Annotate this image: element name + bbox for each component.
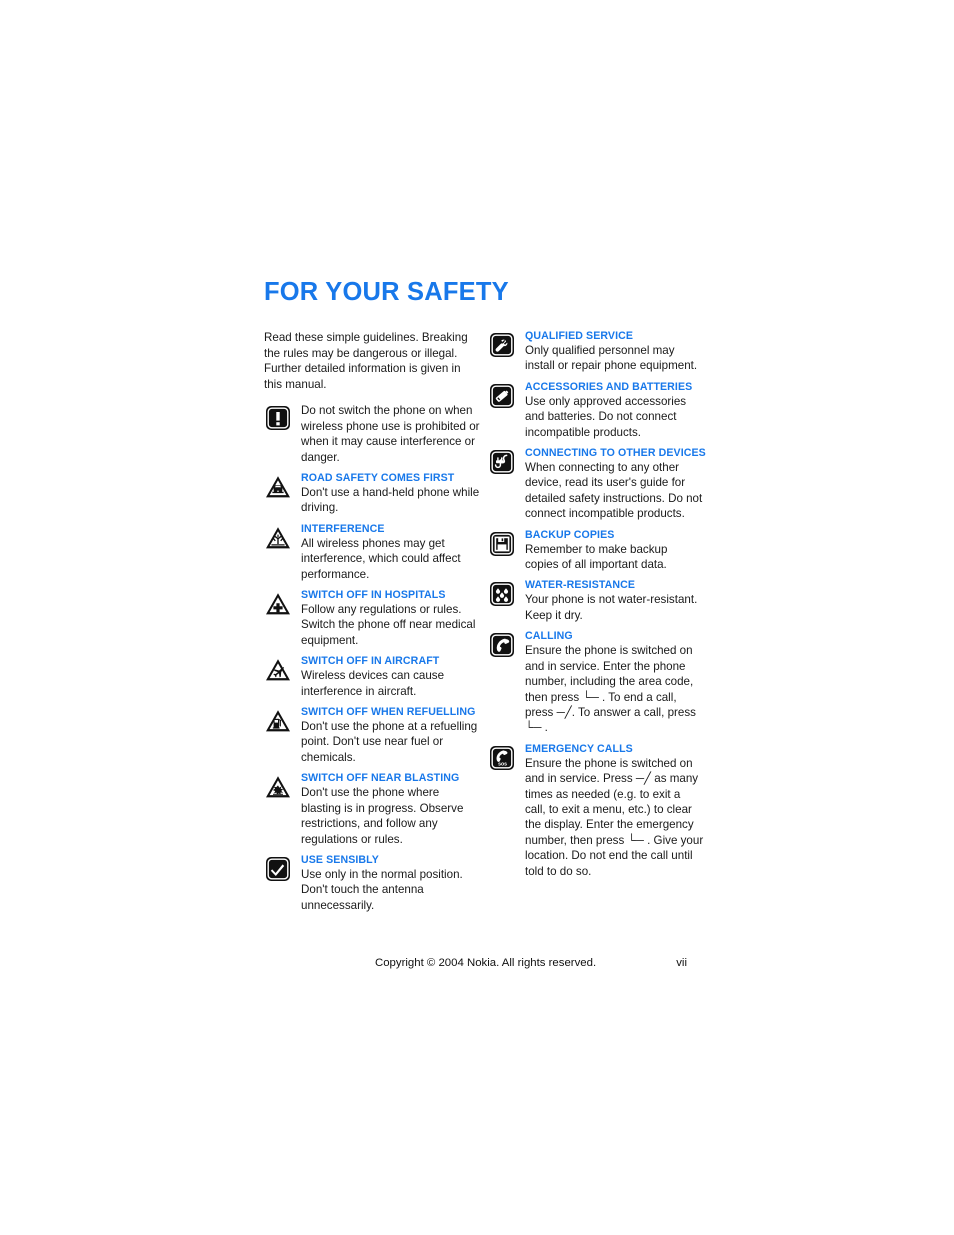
hospital-triangle-icon: [264, 590, 292, 618]
safety-entry-text: Ensure the phone is switched on and in s…: [525, 644, 696, 735]
safety-entry-body: CONNECTING TO OTHER DEVICES When connect…: [525, 447, 706, 522]
safety-entry-text: Use only in the normal position. Don't t…: [301, 867, 463, 912]
safety-entry-text: Remember to make backup copies of all im…: [525, 542, 668, 572]
right-column: QUALIFIED SERVICE Only qualified personn…: [488, 330, 706, 886]
safety-entry: INTERFERENCE All wireless phones may get…: [264, 523, 480, 582]
page-footer: Copyright © 2004 Nokia. All rights reser…: [375, 957, 687, 969]
safety-entry-body: BACKUP COPIES Remember to make backup co…: [525, 529, 704, 573]
exclamation-square-icon: [264, 404, 292, 432]
safety-entry-heading: SWITCH OFF IN HOSPITALS: [301, 589, 446, 602]
safety-entry-body: ROAD SAFETY COMES FIRST Don't use a hand…: [301, 472, 480, 516]
safety-entry-heading: SWITCH OFF IN AIRCRAFT: [301, 655, 440, 668]
safety-entry-body: SWITCH OFF IN AIRCRAFT Wireless devices …: [301, 655, 480, 699]
safety-entry-heading: CONNECTING TO OTHER DEVICES: [525, 447, 706, 460]
plug-cable-square-icon: [488, 448, 516, 476]
safety-entry-body: CALLING Ensure the phone is switched on …: [525, 630, 704, 735]
safety-entry-heading: BACKUP COPIES: [525, 528, 615, 541]
safety-entry: CONNECTING TO OTHER DEVICES When connect…: [488, 447, 706, 522]
safety-entry: SWITCH OFF IN HOSPITALS Follow any regul…: [264, 589, 480, 648]
safety-entry-text: Your phone is not water-resistant. Keep …: [525, 593, 698, 622]
safety-entry: sos EMERGENCY CALLS Ensure the phone is …: [488, 743, 704, 879]
safety-entry-text: Follow any regulations or rules. Switch …: [301, 603, 476, 647]
road-safety-triangle-icon: [264, 473, 292, 501]
safety-entry-body: USE SENSIBLY Use only in the normal posi…: [301, 854, 480, 913]
aircraft-triangle-icon: [264, 656, 292, 684]
safety-entry-heading: CALLING: [525, 630, 573, 643]
safety-entry-heading: USE SENSIBLY: [301, 853, 379, 866]
safety-entry-body: Do not switch the phone on when wireless…: [301, 403, 480, 465]
safety-entry-text: All wireless phones may get interference…: [301, 536, 461, 581]
safety-entry-text: Don't use a hand-held phone while drivin…: [301, 486, 480, 515]
safety-entry-text: Only qualified personnel may install or …: [525, 344, 698, 373]
safety-entry-heading: SWITCH OFF NEAR BLASTING: [301, 772, 460, 785]
intro-paragraph: Read these simple guidelines. Breaking t…: [264, 331, 468, 391]
checkmark-square-icon: [264, 855, 292, 883]
safety-entry-body: WATER-RESISTANCE Your phone is not water…: [525, 579, 704, 623]
blasting-triangle-icon: [264, 773, 292, 801]
safety-entry-body: EMERGENCY CALLS Ensure the phone is swit…: [525, 743, 704, 879]
safety-entry-body: ACCESSORIES AND BATTERIES Use only appro…: [525, 381, 704, 440]
safety-entry-text: Wireless devices can cause interference …: [301, 669, 445, 698]
safety-entry-text: When connecting to any other device, rea…: [525, 461, 703, 521]
safety-entry-body: SWITCH OFF IN HOSPITALS Follow any regul…: [301, 589, 480, 648]
document-page: FOR YOUR SAFETY Read these simple guidel…: [0, 0, 954, 1235]
safety-entry: USE SENSIBLY Use only in the normal posi…: [264, 854, 480, 913]
safety-entry: SWITCH OFF WHEN REFUELLING Don't use the…: [264, 706, 480, 765]
safety-entry-body: INTERFERENCE All wireless phones may get…: [301, 523, 480, 582]
safety-entry-heading: EMERGENCY CALLS: [525, 742, 633, 755]
safety-entry-heading: ROAD SAFETY COMES FIRST: [301, 472, 455, 484]
floppy-disk-square-icon: [488, 530, 516, 558]
svg-text:sos: sos: [498, 761, 507, 767]
safety-entry-text: Don't use the phone at a refuelling poin…: [301, 720, 478, 764]
safety-entry: WATER-RESISTANCE Your phone is not water…: [488, 579, 704, 623]
interference-triangle-icon: [264, 524, 292, 552]
safety-entry-heading: WATER-RESISTANCE: [525, 579, 636, 592]
battery-square-icon: [488, 382, 516, 410]
safety-entry-text: Use only approved accessories and batter…: [525, 394, 687, 439]
safety-entry: Do not switch the phone on when wireless…: [264, 403, 480, 465]
emergency-sos-square-icon: sos: [488, 744, 516, 772]
safety-entry: ACCESSORIES AND BATTERIES Use only appro…: [488, 381, 704, 440]
water-drops-square-icon: [488, 580, 516, 608]
safety-entry-heading: ACCESSORIES AND BATTERIES: [525, 380, 693, 393]
safety-entry-text: Don't use the phone where blasting is in…: [301, 786, 464, 846]
wrench-square-icon: [488, 331, 516, 359]
safety-entry-body: SWITCH OFF NEAR BLASTING Don't use the p…: [301, 772, 480, 847]
copyright-notice: Copyright © 2004 Nokia. All rights reser…: [375, 957, 597, 969]
page-title: FOR YOUR SAFETY: [264, 278, 509, 306]
safety-entry: SWITCH OFF NEAR BLASTING Don't use the p…: [264, 772, 480, 847]
refuelling-triangle-icon: [264, 707, 292, 735]
safety-entry: CALLING Ensure the phone is switched on …: [488, 630, 704, 735]
safety-entry-body: QUALIFIED SERVICE Only qualified personn…: [525, 330, 704, 374]
left-column: Read these simple guidelines. Breaking t…: [264, 330, 480, 920]
safety-entry-text: Ensure the phone is switched on and in s…: [525, 756, 704, 878]
phone-handset-square-icon: [488, 631, 516, 659]
safety-entry-body: SWITCH OFF WHEN REFUELLING Don't use the…: [301, 706, 480, 765]
safety-entry-heading: QUALIFIED SERVICE: [525, 330, 634, 342]
page-number: vii: [676, 957, 687, 969]
safety-entry-heading: INTERFERENCE: [301, 522, 385, 535]
safety-entry: BACKUP COPIES Remember to make backup co…: [488, 529, 704, 573]
safety-entry: SWITCH OFF IN AIRCRAFT Wireless devices …: [264, 655, 480, 699]
safety-entry-text: Do not switch the phone on when wireless…: [301, 404, 480, 464]
safety-entry-heading: SWITCH OFF WHEN REFUELLING: [301, 706, 476, 719]
safety-entry: QUALIFIED SERVICE Only qualified personn…: [488, 330, 704, 374]
safety-entry: ROAD SAFETY COMES FIRST Don't use a hand…: [264, 472, 480, 516]
